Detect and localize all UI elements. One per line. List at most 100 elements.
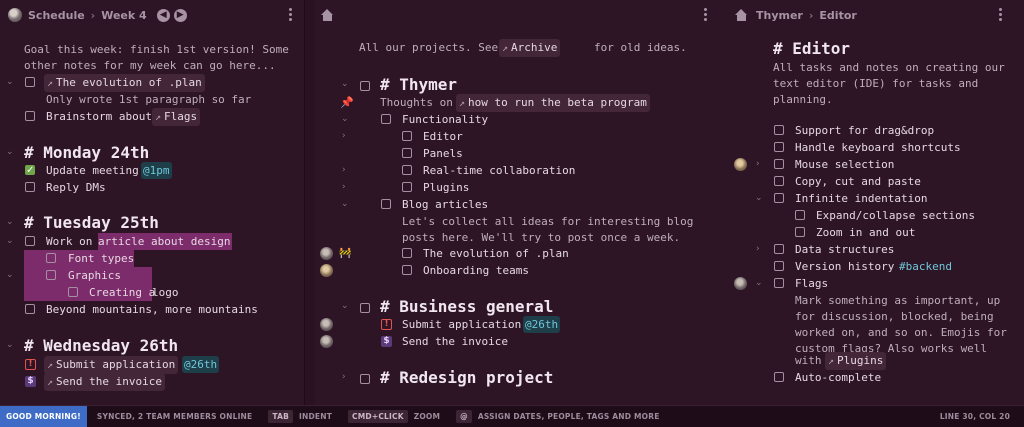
link-plugins[interactable]: ↗ Plugins <box>825 352 887 370</box>
breadcrumb-thymer[interactable]: Thymer <box>756 9 803 22</box>
task-checkbox[interactable] <box>46 270 56 280</box>
prev-week-icon[interactable]: ◀ <box>156 8 170 22</box>
list-item: Font types <box>24 250 134 267</box>
link-beta[interactable]: ↗ how to run the beta program <box>456 94 650 112</box>
task-checkbox[interactable] <box>402 131 412 141</box>
chevron-right-icon[interactable]: › <box>342 369 346 386</box>
breadcrumb-editor[interactable]: Editor <box>819 9 856 22</box>
collaborator-avatar[interactable] <box>320 335 333 348</box>
task-checkbox[interactable] <box>774 193 784 203</box>
chevron-down-icon[interactable]: ⌄ <box>6 337 14 354</box>
more-options-icon[interactable] <box>999 8 1002 23</box>
collaborator-avatar[interactable] <box>320 318 333 331</box>
chevron-down-icon[interactable]: ⌄ <box>6 233 14 250</box>
task-checkbox[interactable] <box>381 199 391 209</box>
task-checkbox[interactable] <box>25 111 35 121</box>
chevron-down-icon[interactable]: ⌄ <box>6 267 14 284</box>
link-invoice[interactable]: ↗ Send the invoice <box>44 373 165 391</box>
task-checkbox[interactable] <box>774 176 784 186</box>
task-checkbox[interactable] <box>774 261 784 271</box>
task-checkbox[interactable] <box>25 182 35 192</box>
chevron-right-icon[interactable]: › <box>342 179 346 196</box>
chevron-down-icon[interactable]: ⌄ <box>6 74 14 91</box>
avatar[interactable] <box>8 8 22 22</box>
task-label: Graphics <box>68 269 121 282</box>
collaborator-avatar[interactable] <box>320 247 333 260</box>
collaborator-avatar[interactable] <box>320 264 333 277</box>
task-checkbox[interactable] <box>795 210 805 220</box>
dollar-flag-icon[interactable]: $ <box>25 376 36 387</box>
breadcrumb-week[interactable]: Week 4 <box>101 9 146 22</box>
intro-text: text editor (IDE) for tasks and <box>773 77 979 90</box>
task-checkbox[interactable] <box>402 148 412 158</box>
task-checkbox[interactable] <box>774 125 784 135</box>
task-checkbox[interactable] <box>381 114 391 124</box>
home-icon[interactable] <box>321 9 334 21</box>
chevron-down-icon[interactable]: ⌄ <box>341 111 349 128</box>
task-checkbox[interactable] <box>360 303 370 313</box>
link-evolution[interactable]: ↗ The evolution of .plan <box>44 74 205 92</box>
shortcut-label: INDENT <box>299 412 333 421</box>
date-tag[interactable]: @26th <box>182 356 220 373</box>
task-checkbox[interactable] <box>360 81 370 91</box>
home-icon[interactable] <box>735 9 748 21</box>
chevron-down-icon[interactable]: ⌄ <box>341 298 349 315</box>
link-label: Submit application <box>56 358 176 371</box>
task-checkbox[interactable] <box>25 236 35 246</box>
link-submit[interactable]: ↗ Submit application <box>44 356 179 374</box>
chevron-down-icon[interactable]: ⌄ <box>755 190 763 207</box>
task-checkbox[interactable] <box>402 248 412 258</box>
list-item: $ Send the invoice <box>315 333 727 350</box>
collaborator-avatar[interactable] <box>734 158 747 171</box>
link-arrow-icon: ↗ <box>459 98 466 109</box>
link-flags[interactable]: ↗ Flags <box>152 108 201 126</box>
important-flag-icon[interactable]: ! <box>25 359 36 370</box>
link-label: Archive <box>511 41 558 54</box>
task-checkbox[interactable] <box>774 159 784 169</box>
construction-icon[interactable]: 🚧 <box>339 245 351 262</box>
more-options-icon[interactable] <box>704 8 707 23</box>
pin-icon[interactable]: 📌 <box>340 94 354 111</box>
chevron-down-icon[interactable]: ⌄ <box>755 275 763 292</box>
task-checkbox[interactable] <box>795 227 805 237</box>
next-week-icon[interactable]: ▶ <box>173 8 187 22</box>
section-heading: # Business general <box>380 297 554 316</box>
chevron-right-icon[interactable]: › <box>342 162 346 179</box>
task-checkbox[interactable] <box>68 287 78 297</box>
chevron-down-icon[interactable]: ⌄ <box>6 214 14 231</box>
task-checkbox[interactable] <box>25 304 35 314</box>
chevron-down-icon[interactable]: ⌄ <box>6 144 14 161</box>
task-checkbox[interactable] <box>360 374 370 384</box>
hashtag[interactable]: #backend <box>899 258 952 275</box>
task-checkbox[interactable] <box>402 265 412 275</box>
important-flag-icon[interactable]: ! <box>381 319 392 330</box>
task-checkbox[interactable] <box>402 165 412 175</box>
list-item: › Mouse selection <box>727 156 1024 173</box>
task-checkbox[interactable] <box>774 244 784 254</box>
task-label: Reply DMs <box>46 181 106 194</box>
breadcrumb-schedule[interactable]: Schedule <box>28 9 85 22</box>
chevron-down-icon[interactable]: ⌄ <box>341 196 349 213</box>
link-archive[interactable]: ↗ Archive <box>499 39 561 57</box>
dollar-flag-icon[interactable]: $ <box>381 336 392 347</box>
list-item: Beyond mountains, more mountains <box>0 301 304 318</box>
link-label: Plugins <box>837 354 884 367</box>
shortcut-label: ASSIGN DATES, PEOPLE, TAGS AND MORE <box>477 412 660 421</box>
date-tag[interactable]: @1pm <box>141 162 172 179</box>
task-checkbox-done[interactable] <box>25 162 35 179</box>
task-label: Version history <box>795 260 895 273</box>
task-checkbox[interactable] <box>774 372 784 382</box>
chevron-right-icon[interactable]: › <box>342 128 346 145</box>
chevron-down-icon[interactable]: ⌄ <box>341 76 349 93</box>
date-tag[interactable]: @26th <box>523 316 561 333</box>
task-checkbox[interactable] <box>46 253 56 263</box>
collaborator-avatar[interactable] <box>734 277 747 290</box>
task-checkbox[interactable] <box>774 142 784 152</box>
chevron-right-icon[interactable]: › <box>756 241 760 258</box>
task-checkbox[interactable] <box>25 77 35 87</box>
more-options-icon[interactable] <box>289 8 292 23</box>
task-checkbox[interactable] <box>774 278 784 288</box>
chevron-right-icon[interactable]: › <box>756 156 760 173</box>
task-checkbox[interactable] <box>402 182 412 192</box>
task-label: Flags <box>795 277 829 290</box>
